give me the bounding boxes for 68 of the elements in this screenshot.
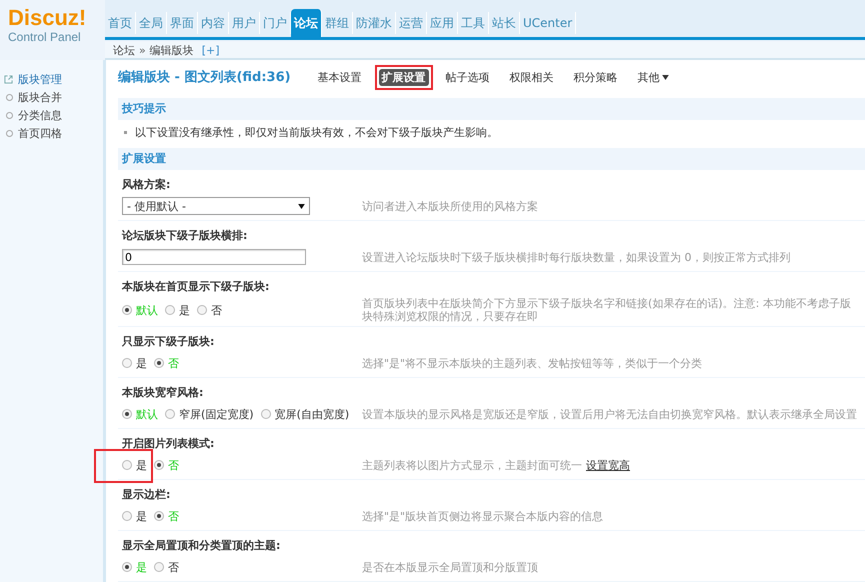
radio-button[interactable] bbox=[122, 358, 132, 368]
setting-description: 首页版块列表中在版块简介下方显示下级子版块名字和链接(如果存在的话)。注意: 本功能不考虑子版块特殊浏览权限的情况，只要存在即 bbox=[362, 297, 851, 323]
breadcrumb-link[interactable]: 编辑版块 bbox=[150, 42, 194, 58]
radio-button[interactable] bbox=[154, 358, 164, 368]
radio-label[interactable]: 窄屏(固定宽度) bbox=[179, 406, 254, 422]
setting-description: 设置进入论坛版块时下级子版块横排时每行版块数量，如果设置为 0，则按正常方式排列 bbox=[362, 250, 790, 264]
setting-label: 开启图片列表模式: bbox=[122, 436, 216, 452]
sidebar-item[interactable]: 分类信息 bbox=[0, 106, 103, 124]
sidebar-item[interactable]: 版块管理 bbox=[0, 70, 103, 88]
setting-description: 选择"是"版块首页侧边将显示聚合本版内容的信息 bbox=[362, 510, 604, 522]
radio-label[interactable]: 否 bbox=[211, 302, 222, 318]
setting-label: 显示边栏: bbox=[122, 487, 172, 503]
sub-tab[interactable]: 扩展设置 bbox=[378, 68, 429, 86]
sub-tab[interactable]: 帖子选项 bbox=[442, 68, 493, 86]
radio-label[interactable]: 是 bbox=[136, 508, 147, 524]
sub-tab[interactable]: 权限相关 bbox=[506, 68, 557, 86]
bullet-icon bbox=[6, 130, 13, 136]
setting-description: 主题列表将以图片方式显示，主题封面可统一 bbox=[362, 458, 582, 472]
radio-button[interactable] bbox=[122, 409, 132, 419]
radio-button[interactable] bbox=[154, 460, 164, 470]
setting-label: 论坛版块下级子版块横排: bbox=[122, 228, 248, 244]
external-link-icon bbox=[4, 74, 13, 84]
radio-button[interactable] bbox=[122, 460, 132, 470]
radio-button[interactable] bbox=[154, 511, 164, 521]
nav-tab[interactable]: 论坛 bbox=[291, 9, 322, 37]
tip-text: 以下设置没有继承性，即仅对当前版块有效，不会对下级子版块产生影响。 bbox=[135, 124, 498, 140]
sidebar-item[interactable]: 首页四格 bbox=[0, 124, 103, 142]
section-header: 扩展设置 bbox=[118, 148, 865, 170]
settings-link[interactable]: 设置宽高 bbox=[586, 458, 630, 472]
bullet-icon bbox=[124, 130, 127, 134]
setting-label: 显示全局置顶和分类置顶的主题: bbox=[122, 538, 282, 554]
radio-button[interactable] bbox=[122, 562, 132, 572]
radio-button[interactable] bbox=[154, 562, 164, 572]
logo-title: Discuz! bbox=[8, 6, 88, 30]
breadcrumb-separator: » bbox=[139, 44, 146, 56]
setting-label: 本版块宽窄风格: bbox=[122, 385, 204, 401]
radio-label[interactable]: 宽屏(自由宽度) bbox=[274, 406, 350, 422]
breadcrumb-link[interactable]: 论坛 bbox=[113, 42, 135, 58]
setting-description: 是否在本版显示全局置顶和分版置顶 bbox=[362, 560, 538, 574]
radio-button[interactable] bbox=[165, 409, 175, 419]
radio-label[interactable]: 是 bbox=[136, 356, 147, 370]
setting-label: 风格方案: bbox=[122, 177, 172, 193]
radio-button[interactable] bbox=[165, 305, 175, 315]
radio-button[interactable] bbox=[197, 305, 207, 315]
radio-label[interactable]: 是 bbox=[179, 302, 190, 318]
logo-subtitle: Control Panel bbox=[8, 30, 82, 44]
input-field[interactable]: 0 bbox=[122, 249, 306, 265]
sub-tab[interactable]: 基本设置 bbox=[314, 68, 365, 86]
sidebar-item[interactable]: 版块合并 bbox=[0, 88, 103, 106]
section-header: 技巧提示 bbox=[118, 98, 865, 120]
caret-icon bbox=[662, 74, 669, 80]
sub-tab[interactable]: 积分策略 bbox=[570, 68, 621, 86]
sub-tab[interactable]: 其他 bbox=[634, 68, 672, 86]
caret-icon bbox=[298, 204, 305, 208]
bullet-icon bbox=[6, 112, 13, 118]
radio-label[interactable]: 是 bbox=[136, 458, 147, 472]
page-title: 编辑版块 - 图文列表(fid:36) bbox=[118, 68, 291, 86]
radio-button[interactable] bbox=[122, 511, 132, 521]
setting-label: 本版块在首页显示下级子版块: bbox=[122, 279, 270, 295]
radio-button[interactable] bbox=[260, 409, 271, 419]
style-select[interactable]: - 使用默认 - bbox=[122, 197, 310, 215]
radio-button[interactable] bbox=[122, 305, 132, 315]
radio-label[interactable]: 否 bbox=[168, 560, 179, 574]
bullet-icon bbox=[6, 94, 13, 100]
setting-description: 访问者进入本版块所使用的风格方案 bbox=[362, 200, 538, 212]
setting-label: 只显示下级子版块: bbox=[122, 334, 216, 350]
setting-description: 选择"是"将不显示本版块的主题列表、发帖按钮等等，类似于一个分类 bbox=[362, 356, 702, 370]
setting-description: 设置本版块的显示风格是宽版还是窄版，设置后用户将无法自由切换宽窄风格。默认表示继承全局设置 bbox=[362, 408, 857, 420]
